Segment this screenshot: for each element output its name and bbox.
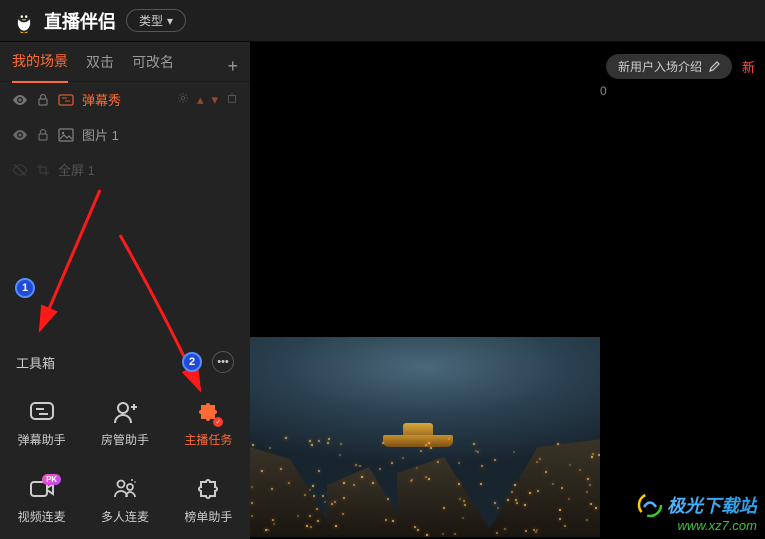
- app-title: 直播伴侣: [44, 8, 116, 34]
- notification-dot: ✓: [213, 417, 223, 427]
- scene-item-image[interactable]: 图片 1: [0, 117, 250, 152]
- add-scene-button[interactable]: +: [227, 56, 238, 77]
- pk-badge: PK: [42, 474, 61, 485]
- eye-icon[interactable]: [12, 127, 28, 143]
- counter: 0: [600, 84, 607, 98]
- danmu-helper-icon: [29, 399, 55, 425]
- content-topbar: 新用户入场介绍 新: [606, 54, 755, 79]
- annotation-badge-1: 1: [15, 278, 35, 298]
- annotation-badge-2: 2: [182, 352, 202, 372]
- image-icon: [58, 127, 74, 143]
- up-icon[interactable]: ▴: [197, 92, 204, 108]
- scene-tabs: 我的场景 双击 可改名 +: [0, 42, 250, 82]
- eye-icon[interactable]: [12, 92, 28, 108]
- video-link-icon: PK: [29, 476, 55, 502]
- down-icon[interactable]: ▾: [211, 92, 218, 108]
- puzzle-icon: ✓: [195, 399, 221, 425]
- scene-list: 弹幕秀 ▴ ▾ 图片 1 全屏 1: [0, 82, 250, 187]
- multi-link-icon: [112, 476, 138, 502]
- preview-image[interactable]: [250, 337, 600, 537]
- lock-icon[interactable]: [36, 128, 50, 142]
- sidebar: 我的场景 双击 可改名 + 弹幕秀 ▴ ▾: [0, 42, 250, 539]
- tool-anchor-task[interactable]: ✓ 主播任务: [167, 385, 250, 462]
- edit-icon: [708, 61, 720, 73]
- trash-icon[interactable]: [226, 92, 238, 108]
- toolbox-header: 工具箱 •••: [0, 339, 250, 385]
- alert-text[interactable]: 新: [742, 57, 755, 76]
- scene-item-danmu[interactable]: 弹幕秀 ▴ ▾: [0, 82, 250, 117]
- type-label: 类型: [139, 12, 163, 29]
- tool-video-link[interactable]: PK 视频连麦: [0, 462, 83, 539]
- intro-button[interactable]: 新用户入场介绍: [606, 54, 732, 79]
- gear-icon[interactable]: [177, 92, 189, 108]
- tab-rename[interactable]: 可改名: [132, 52, 174, 82]
- watermark-name: 极光下载站: [667, 492, 757, 518]
- penguin-icon: [10, 7, 38, 35]
- scene-name: 弹幕秀: [82, 90, 169, 109]
- watermark-url: www.xz7.com: [637, 518, 757, 533]
- title-bar: 直播伴侣 类型 ▾: [0, 0, 765, 42]
- tool-rank-helper[interactable]: 榜单助手: [167, 462, 250, 539]
- eye-off-icon[interactable]: [12, 162, 28, 178]
- scene-actions: ▴ ▾: [177, 92, 238, 108]
- more-button[interactable]: •••: [212, 351, 234, 373]
- lock-icon[interactable]: [36, 93, 50, 107]
- crop-icon[interactable]: [36, 163, 50, 177]
- scene-name: 图片 1: [82, 125, 238, 144]
- tool-multi-link[interactable]: 多人连麦: [83, 462, 166, 539]
- toolbox-title: 工具箱: [16, 353, 55, 372]
- room-admin-icon: [112, 399, 138, 425]
- scene-item-fullscreen[interactable]: 全屏 1: [0, 152, 250, 187]
- watermark: 极光下载站 www.xz7.com: [637, 492, 757, 533]
- toolbox: 工具箱 ••• 弹幕助手 房管助手 ✓ 主播任务 PK 视频连麦: [0, 339, 250, 539]
- scene-name: 全屏 1: [58, 160, 238, 179]
- chevron-down-icon: ▾: [167, 14, 173, 28]
- tab-my-scenes[interactable]: 我的场景: [12, 51, 68, 83]
- tool-room-admin[interactable]: 房管助手: [83, 385, 166, 462]
- tool-danmu-helper[interactable]: 弹幕助手: [0, 385, 83, 462]
- tab-doubleclick[interactable]: 双击: [86, 52, 114, 82]
- danmu-icon: [58, 92, 74, 108]
- app-logo: 直播伴侣: [10, 7, 116, 35]
- rank-icon: [195, 476, 221, 502]
- watermark-logo-icon: [637, 492, 663, 518]
- preview-area: 新用户入场介绍 新 0: [250, 42, 765, 539]
- type-dropdown[interactable]: 类型 ▾: [126, 9, 186, 32]
